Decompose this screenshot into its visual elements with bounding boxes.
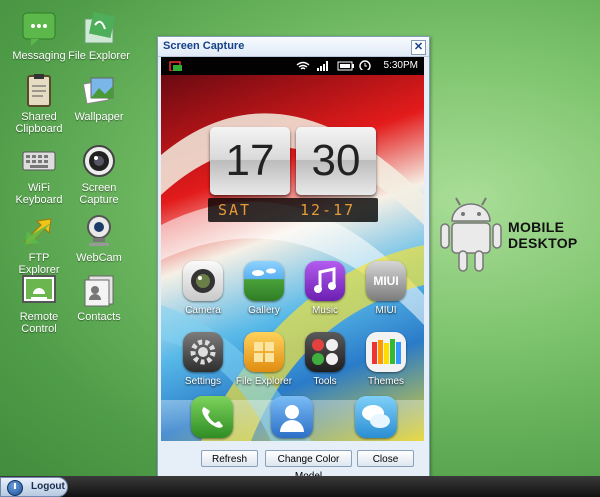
power-icon [7, 480, 23, 496]
app-label: MIUI [375, 305, 397, 316]
close-button[interactable]: Close [357, 450, 414, 467]
app-label: Camera [185, 305, 221, 316]
desktop-icon-label: Remote Control [19, 311, 59, 335]
arrows-icon [21, 213, 57, 249]
close-icon[interactable]: ✕ [411, 40, 426, 55]
status-time: 5:30PM [383, 60, 418, 71]
phone-status-bar: 5:30PM [161, 57, 424, 75]
app-label: Music [311, 305, 339, 316]
sms-icon[interactable] [355, 396, 397, 438]
android-screen-icon [21, 272, 57, 308]
app-music[interactable]: Music [294, 261, 356, 316]
desktop-icon-contacts[interactable]: Contacts [68, 272, 130, 323]
phone-icon[interactable] [191, 396, 233, 438]
alarm-icon [359, 60, 371, 70]
app-settings[interactable]: Settings [172, 332, 234, 387]
window-title: Screen Capture [163, 40, 245, 52]
desktop-icon-wifi-keyboard[interactable]: WiFi Keyboard [8, 143, 70, 206]
phone-screen: 5:30PM 17 30 SAT 12-17 Camera Gallery Mu… [161, 57, 424, 441]
clock-hour: 17 [210, 127, 290, 195]
app-camera[interactable]: Camera [172, 261, 234, 316]
desktop-icon-label: File Explorer [68, 50, 130, 62]
window-titlebar[interactable]: Screen Capture ✕ [158, 37, 429, 57]
battery-icon [337, 61, 354, 71]
app-tools[interactable]: Tools [294, 332, 356, 387]
brand-text: MOBILE DESKTOP [508, 219, 578, 251]
desktop-icon-messaging[interactable]: Messaging [8, 11, 70, 62]
desktop-icon-label: Contacts [77, 311, 121, 323]
logout-label: Logout [31, 481, 65, 492]
desktop-icon-ftp-explorer[interactable]: FTP Explorer [8, 213, 70, 276]
desktop-icon-file-explorer[interactable]: File Explorer [68, 11, 130, 62]
miui-icon: MIUI [366, 261, 406, 301]
clock-day: SAT [218, 201, 252, 219]
miui-badge: MIUI [373, 274, 399, 288]
app-gallery[interactable]: Gallery [233, 261, 295, 316]
clock-date: 12-17 [300, 201, 356, 219]
app-miui[interactable]: MIUI MIUI [355, 261, 417, 316]
desktop-icon-label: Shared Clipboard [15, 111, 63, 135]
desktop-icon-label: Screen Capture [79, 182, 119, 206]
screen-capture-window: Screen Capture ✕ 5:30PM 17 30 SAT 12-17 … [157, 36, 430, 482]
app-themes[interactable]: Themes [355, 332, 417, 387]
contacts-person-icon[interactable] [271, 396, 313, 438]
wifi-icon [296, 61, 310, 70]
desktop-icon-label: WebCam [76, 252, 122, 264]
phone-wallpaper: 17 30 SAT 12-17 Camera Gallery Music MIU… [161, 75, 424, 441]
app-label: Themes [367, 376, 405, 387]
camera-icon [183, 261, 223, 301]
app-label: File Explorer [235, 376, 293, 387]
photos-icon [81, 72, 117, 108]
gallery-icon [244, 261, 284, 301]
keyboard-icon [21, 143, 57, 179]
app-label: Settings [184, 376, 222, 387]
brand-line-1: MOBILE [508, 219, 565, 235]
logout-button[interactable]: Logout [0, 477, 68, 497]
file-explorer-icon [244, 332, 284, 372]
music-icon [305, 261, 345, 301]
desktop-icon-wallpaper[interactable]: Wallpaper [68, 72, 130, 123]
refresh-button[interactable]: Refresh [201, 450, 258, 467]
chat-bubble-icon [21, 11, 57, 47]
desktop-icon-remote-control[interactable]: Remote Control [8, 272, 70, 335]
brand-line-2: DESKTOP [508, 235, 578, 251]
contacts-icon [81, 272, 117, 308]
change-color-model-button[interactable]: Change Color Model [265, 450, 352, 482]
app-label: Gallery [248, 305, 280, 316]
signal-icon [317, 61, 328, 71]
taskbar [0, 476, 600, 497]
android-robot-icon [440, 197, 502, 272]
clipboard-icon [21, 72, 57, 108]
phone-dock [161, 396, 424, 441]
app-file-explorer[interactable]: File Explorer [233, 332, 295, 387]
settings-gear-icon [183, 332, 223, 372]
webcam-icon [81, 213, 117, 249]
flip-clock-widget[interactable]: 17 30 SAT 12-17 [208, 127, 378, 223]
clock-date-bar: SAT 12-17 [208, 198, 378, 222]
desktop-icon-label: Messaging [12, 50, 66, 62]
tools-icon [305, 332, 345, 372]
desktop-icon-screen-capture[interactable]: Screen Capture [68, 143, 130, 206]
app-label: Tools [313, 376, 337, 387]
window-button-row: Refresh Change Color Model Close [158, 450, 429, 482]
mobile-desktop-logo: MOBILE DESKTOP [436, 195, 596, 275]
desktop-icon-shared-clipboard[interactable]: Shared Clipboard [8, 72, 70, 135]
themes-icon [366, 332, 406, 372]
desktop-icon-label: Wallpaper [74, 111, 124, 123]
desktop-icon-webcam[interactable]: WebCam [68, 213, 130, 264]
notification-icon [169, 61, 182, 71]
camera-lens-icon [81, 143, 117, 179]
clock-minute: 30 [296, 127, 376, 195]
desktop-icon-label: WiFi Keyboard [15, 182, 63, 206]
folder-icon [81, 11, 117, 47]
